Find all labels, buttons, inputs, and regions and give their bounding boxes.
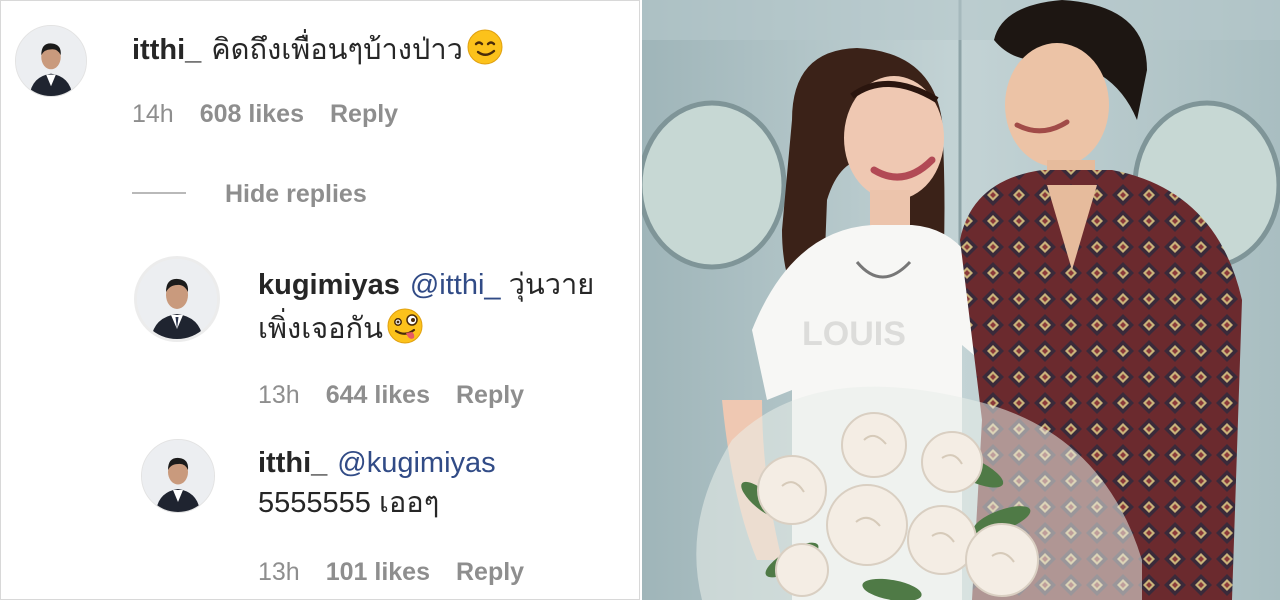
hide-replies-button[interactable]: Hide replies xyxy=(225,179,367,209)
svg-text:LOUIS: LOUIS xyxy=(802,315,906,353)
comment-body: itthi_ คิดถึงเพื่อนๆบ้างป่าว xyxy=(132,29,503,68)
avatar-person-icon xyxy=(142,440,214,512)
smirk-emoji-icon xyxy=(467,29,503,65)
zany-face-emoji-icon xyxy=(387,308,423,344)
mention-link[interactable]: @kugimiyas xyxy=(337,447,495,479)
couple-photo: LOUIS xyxy=(642,0,1280,600)
avatar[interactable] xyxy=(134,256,220,342)
comments-panel: itthi_ คิดถึงเพื่อนๆบ้างป่าว 14h 608 likes… xyxy=(0,0,640,600)
likes-count[interactable]: 644 likes xyxy=(326,381,430,409)
reply-line-2: 5555555 เออๆ xyxy=(258,485,439,521)
username[interactable]: kugimiyas xyxy=(258,269,400,301)
likes-count[interactable]: 101 likes xyxy=(326,558,430,586)
reply-time: 13h xyxy=(258,381,300,409)
reply-text: เพิ่งเจอกัน xyxy=(258,313,383,345)
reply-text: 5555555 เออๆ xyxy=(258,487,440,519)
username[interactable]: itthi_ xyxy=(258,447,327,479)
username[interactable]: itthi_ xyxy=(132,34,201,66)
comment-time: 14h xyxy=(132,100,174,128)
reply-text: วุ่นวาย xyxy=(508,269,595,301)
reply-button[interactable]: Reply xyxy=(456,558,524,586)
reply-meta: 13h 101 likes Reply xyxy=(258,557,550,587)
reply-button[interactable]: Reply xyxy=(330,100,398,128)
avatar[interactable] xyxy=(15,25,87,97)
reply-line-1: kugimiyas @itthi_ วุ่นวาย xyxy=(258,267,594,303)
reply-meta: 13h 644 likes Reply xyxy=(258,380,550,410)
replies-divider xyxy=(132,192,186,194)
likes-count[interactable]: 608 likes xyxy=(200,100,304,128)
reply-line-1: itthi_ @kugimiyas xyxy=(258,445,496,481)
avatar-person-icon xyxy=(16,26,86,96)
photo-illustration: LOUIS xyxy=(642,0,1280,600)
avatar[interactable] xyxy=(141,439,215,513)
reply-button[interactable]: Reply xyxy=(456,381,524,409)
reply-time: 13h xyxy=(258,558,300,586)
comment-text: คิดถึงเพื่อนๆบ้างป่าว xyxy=(211,34,463,66)
mention-link[interactable]: @itthi_ xyxy=(410,269,501,301)
avatar-person-icon xyxy=(137,259,217,339)
screenshot: itthi_ คิดถึงเพื่อนๆบ้างป่าว 14h 608 likes… xyxy=(0,0,1280,600)
reply-line-2: เพิ่งเจอกัน xyxy=(258,308,423,347)
comment-meta: 14h 608 likes Reply xyxy=(132,99,424,129)
